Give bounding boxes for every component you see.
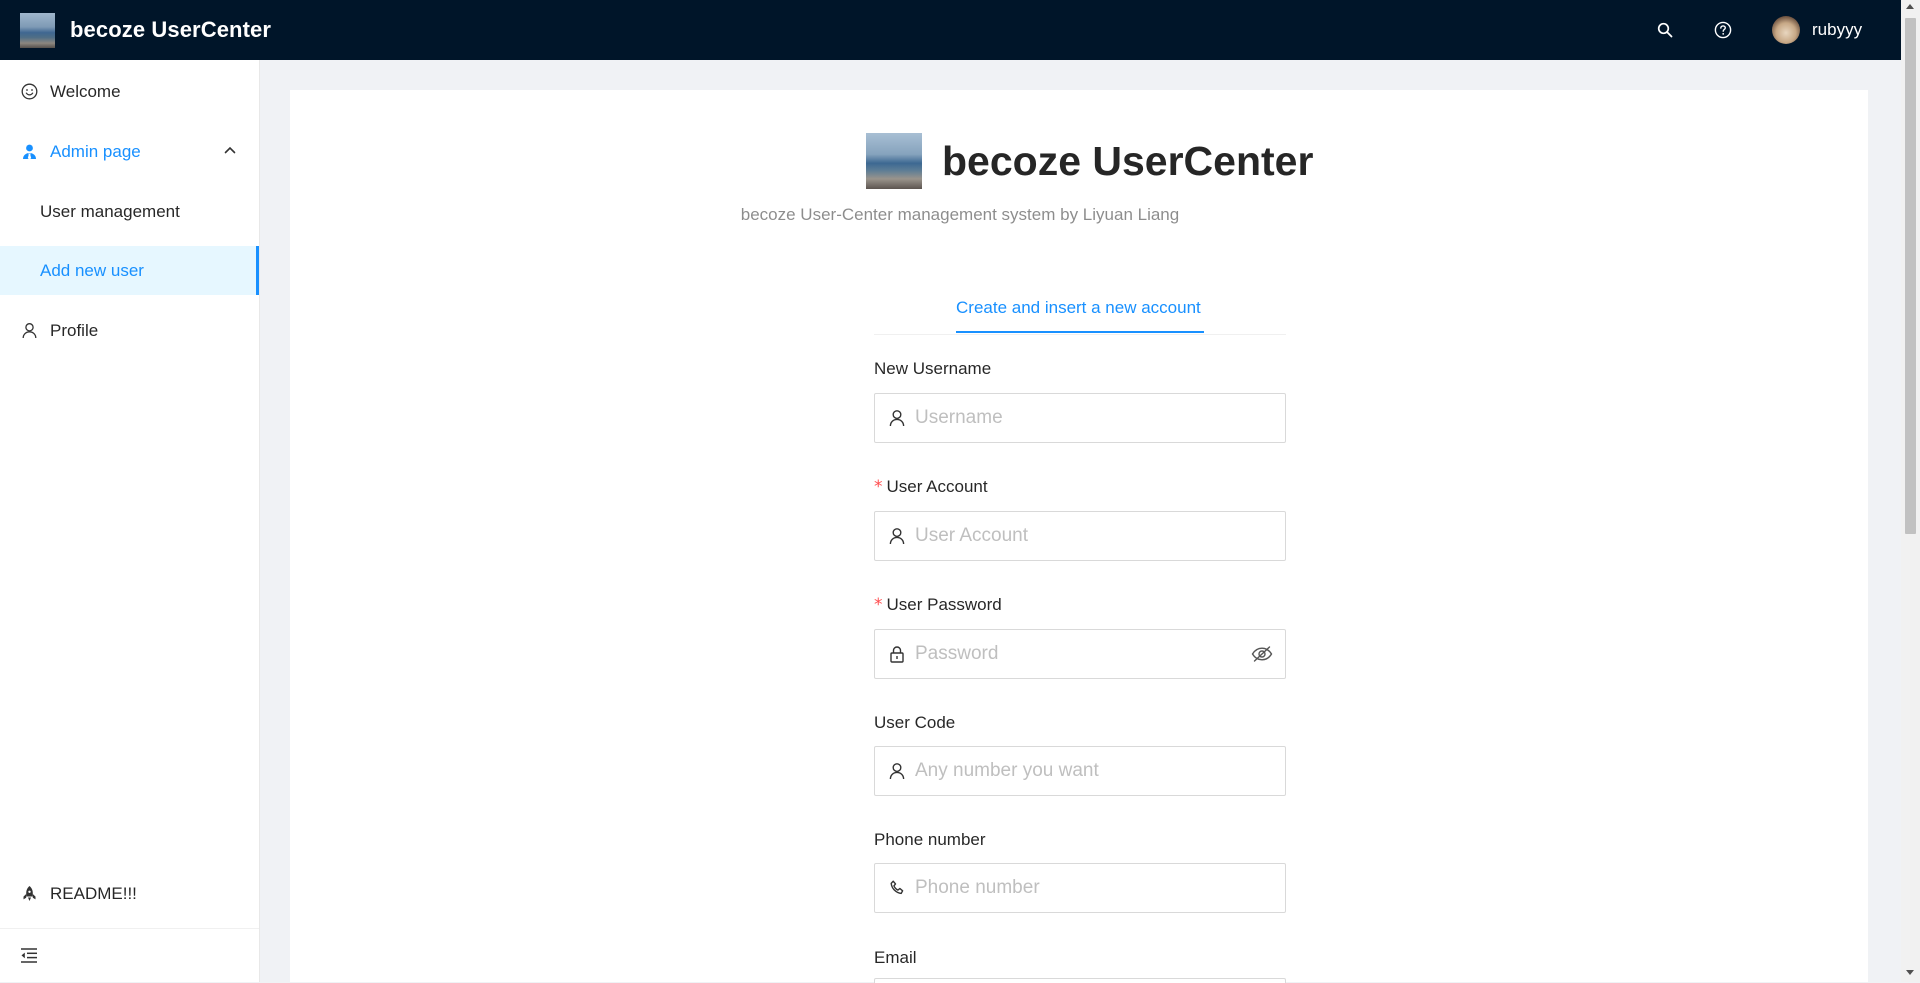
sidebar-collapse-bar[interactable] bbox=[0, 928, 259, 983]
required-mark: * bbox=[874, 477, 883, 497]
username-label-text: New Username bbox=[874, 359, 992, 378]
email-label-text: Email bbox=[874, 948, 917, 967]
tab-create-account[interactable]: Create and insert a new account bbox=[956, 280, 1201, 333]
account-label: * User Account bbox=[874, 477, 988, 497]
username-input[interactable] bbox=[915, 396, 1285, 440]
required-mark: * bbox=[874, 595, 883, 615]
username[interactable]: rubyyy bbox=[1812, 0, 1862, 60]
scroll-down-arrow-icon[interactable] bbox=[1906, 970, 1914, 975]
avatar[interactable] bbox=[1772, 16, 1800, 44]
sidebar: Welcome Admin page User management Add n… bbox=[0, 60, 260, 982]
usercode-label: User Code bbox=[874, 713, 955, 733]
top-header: becoze UserCenter rubyyy bbox=[0, 0, 1901, 60]
page-logo bbox=[866, 133, 922, 189]
usercode-input[interactable] bbox=[915, 749, 1285, 793]
page-title-row: becoze UserCenter bbox=[866, 133, 1313, 189]
password-field[interactable] bbox=[874, 629, 1286, 679]
sidebar-item-profile[interactable]: Profile bbox=[0, 306, 259, 355]
phone-input[interactable] bbox=[915, 866, 1285, 910]
chevron-up-icon bbox=[223, 143, 237, 157]
phone-label: Phone number bbox=[874, 830, 986, 850]
email-field[interactable] bbox=[874, 978, 1286, 983]
phone-icon bbox=[887, 878, 907, 898]
sidebar-item-add-new-user[interactable]: Add new user bbox=[0, 246, 259, 295]
scrollbar-thumb[interactable] bbox=[1905, 18, 1916, 534]
form-tabs: Create and insert a new account bbox=[874, 280, 1286, 335]
account-input[interactable] bbox=[915, 514, 1285, 558]
tab-ink-bar bbox=[956, 331, 1204, 333]
app-logo[interactable] bbox=[20, 13, 55, 48]
user-icon bbox=[887, 526, 907, 546]
search-icon[interactable] bbox=[1653, 18, 1677, 42]
user-icon bbox=[20, 322, 38, 340]
account-label-text: User Account bbox=[886, 477, 988, 496]
password-input[interactable] bbox=[915, 632, 1251, 676]
page-subtitle: becoze User-Center management system by … bbox=[740, 205, 1180, 224]
phone-label-text: Phone number bbox=[874, 830, 986, 849]
user-icon bbox=[887, 761, 907, 781]
app-title[interactable]: becoze UserCenter bbox=[70, 0, 271, 60]
email-label: Email bbox=[874, 948, 917, 968]
page-scrollbar[interactable] bbox=[1901, 0, 1920, 982]
sidebar-item-label: README!!! bbox=[50, 883, 137, 903]
sidebar-item-label: Welcome bbox=[50, 81, 121, 101]
question-icon[interactable] bbox=[1711, 18, 1735, 42]
username-field[interactable] bbox=[874, 393, 1286, 443]
smile-icon bbox=[20, 83, 38, 101]
phone-field[interactable] bbox=[874, 863, 1286, 913]
rocket-icon bbox=[20, 885, 38, 903]
user-icon bbox=[887, 408, 907, 428]
menu-fold-icon[interactable] bbox=[20, 946, 38, 964]
usercode-label-text: User Code bbox=[874, 713, 956, 732]
sidebar-item-admin-page[interactable]: Admin page bbox=[0, 127, 259, 176]
account-field[interactable] bbox=[874, 511, 1286, 561]
eye-invisible-icon[interactable] bbox=[1251, 643, 1273, 665]
lock-icon bbox=[887, 644, 907, 664]
sidebar-item-readme[interactable]: README!!! bbox=[0, 869, 259, 918]
sidebar-item-label: Add new user bbox=[40, 260, 144, 280]
crown-user-icon bbox=[20, 143, 38, 161]
page-title: becoze UserCenter bbox=[942, 137, 1314, 184]
sidebar-item-label: Profile bbox=[50, 320, 99, 340]
scroll-up-arrow-icon[interactable] bbox=[1906, 4, 1914, 9]
sidebar-item-welcome[interactable]: Welcome bbox=[0, 67, 259, 116]
username-label: New Username bbox=[874, 359, 991, 379]
usercode-field[interactable] bbox=[874, 746, 1286, 796]
password-label: * User Password bbox=[874, 595, 1002, 615]
sidebar-item-label: Admin page bbox=[50, 141, 141, 161]
password-label-text: User Password bbox=[886, 595, 1002, 614]
